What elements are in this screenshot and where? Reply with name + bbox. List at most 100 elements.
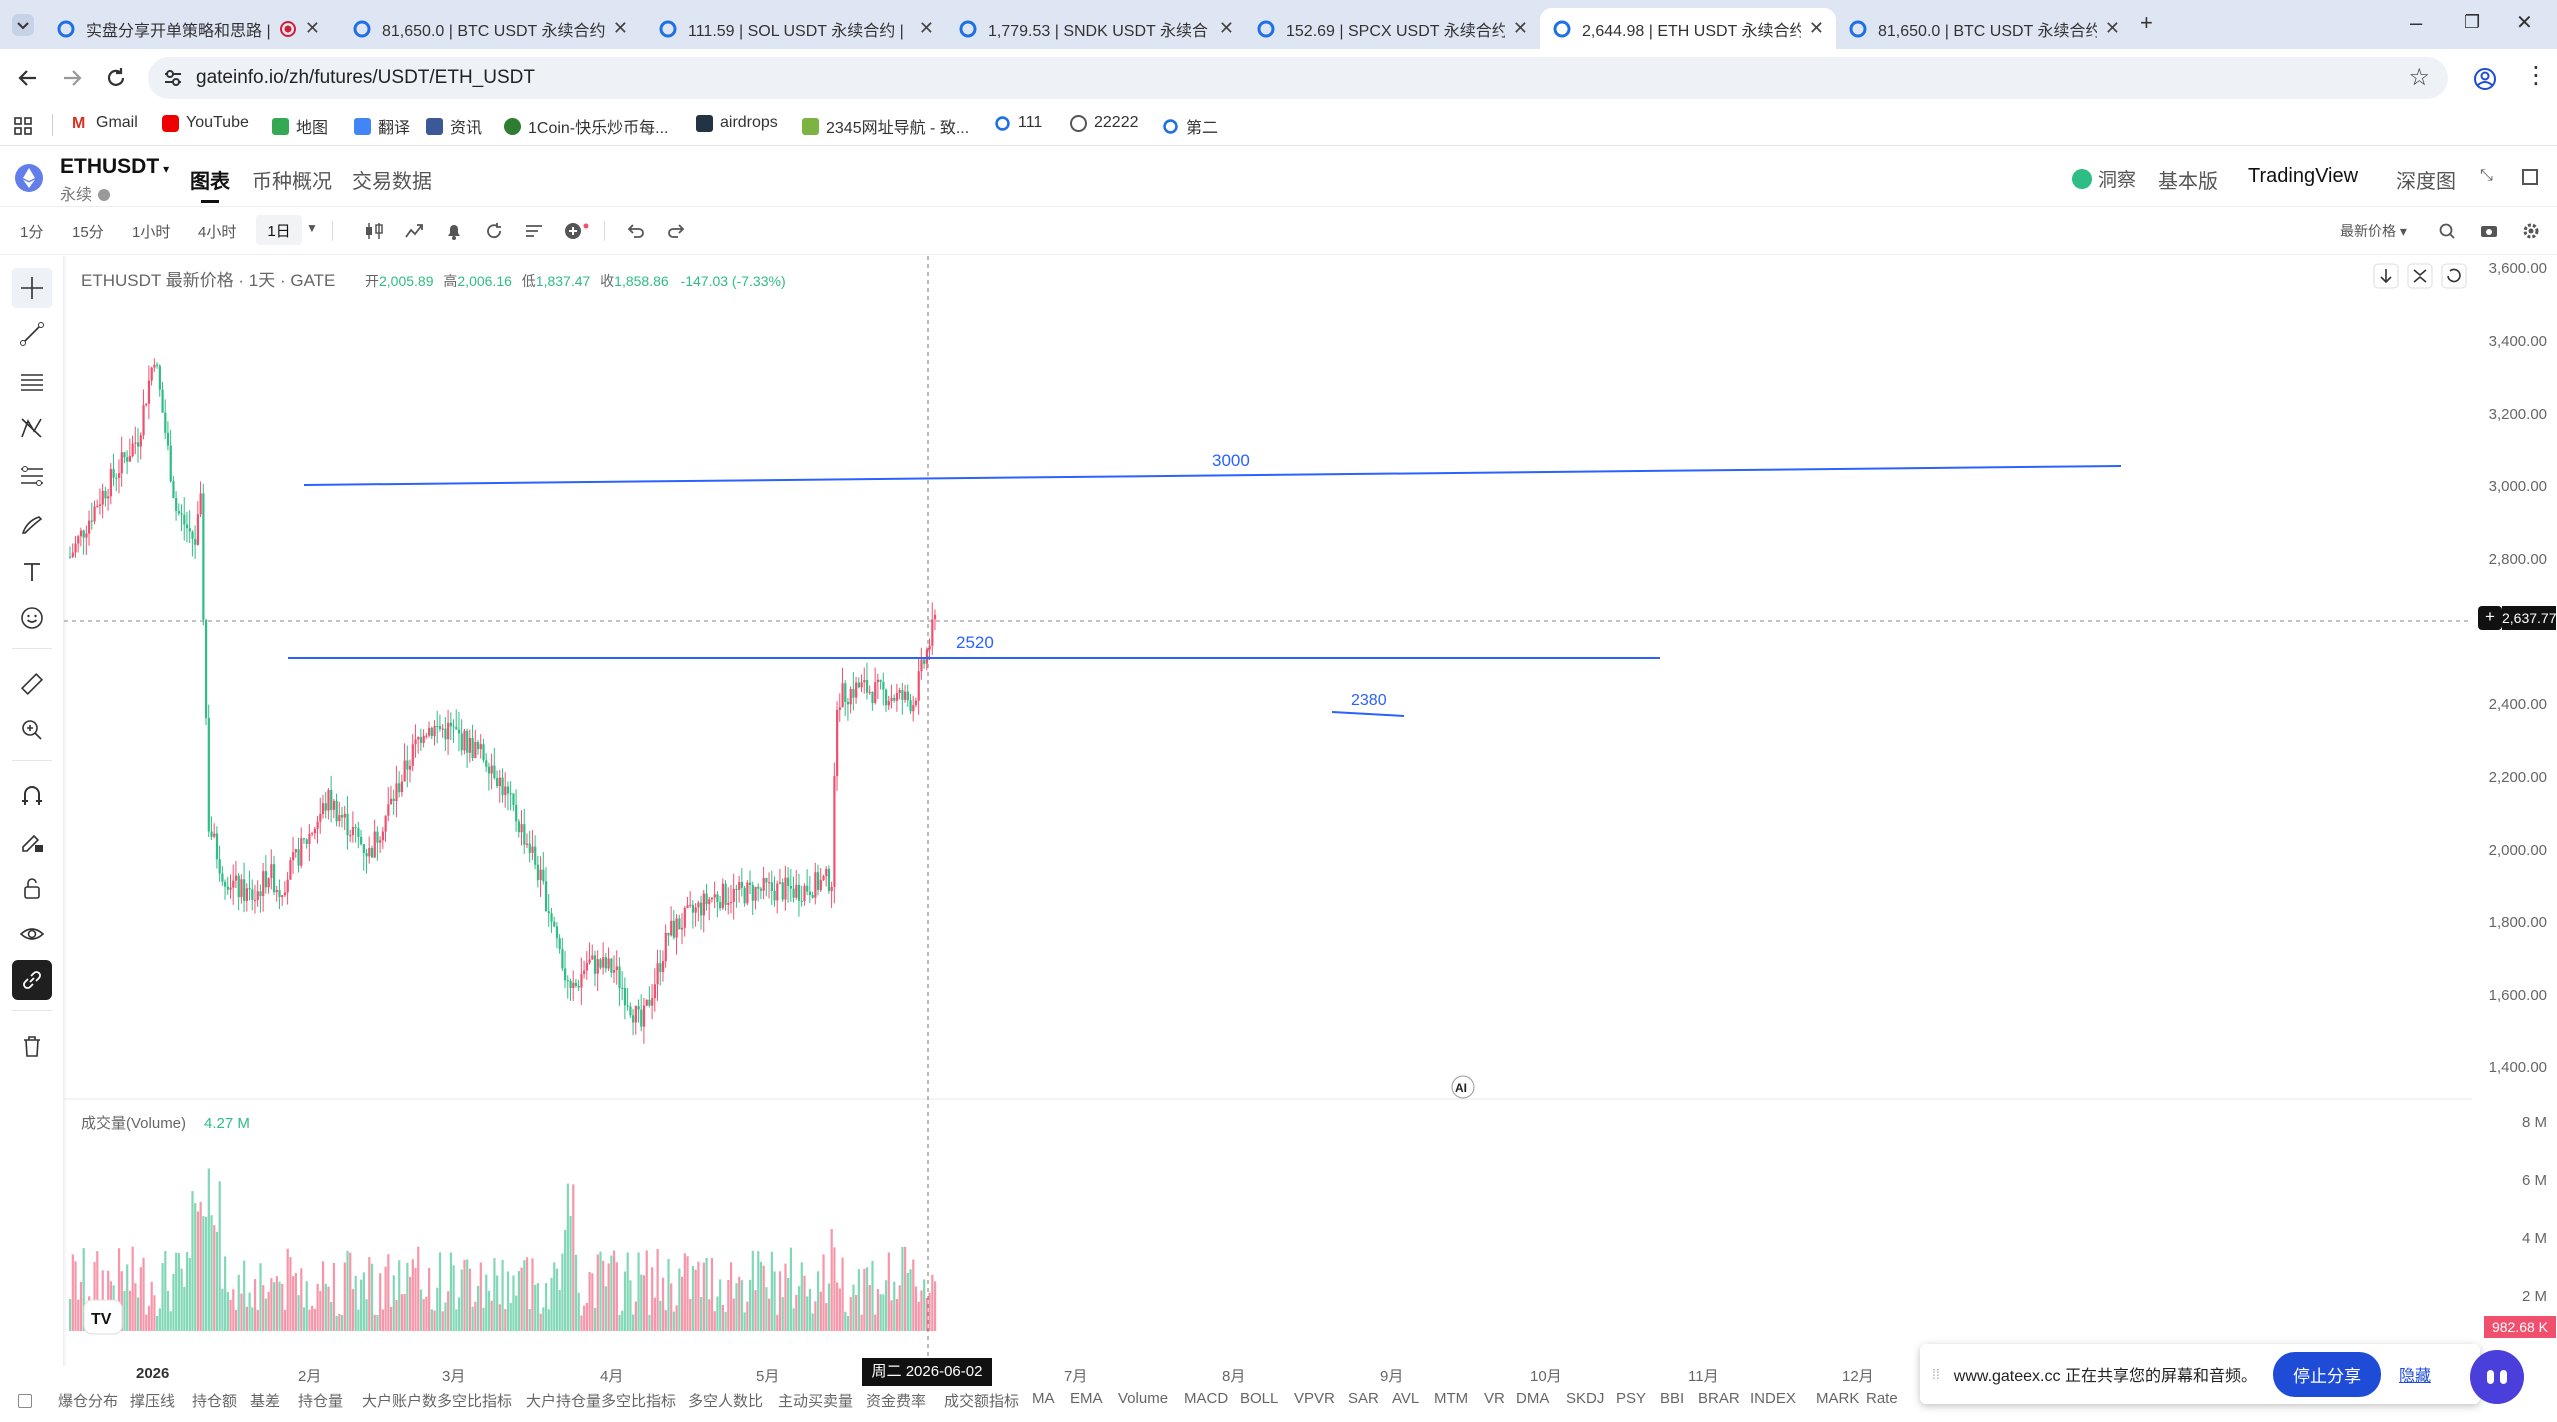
interval-1h[interactable]: 1小时 [132,221,170,242]
indicator-item[interactable]: SAR [1348,1390,1379,1407]
tab-close-icon[interactable]: ✕ [2105,18,2120,39]
indicator-item[interactable]: 多空人数比 [688,1390,763,1411]
settings-gear-icon[interactable] [2522,222,2540,240]
profile-icon[interactable] [2472,66,2498,92]
bookmark-gmail[interactable]: M Gmail [72,114,138,132]
tab-close-icon[interactable]: ✕ [919,18,934,39]
parallel-lines-tool[interactable] [12,362,52,402]
redo-icon[interactable] [666,221,686,241]
bookmark-star-icon[interactable]: ☆ [2408,63,2430,92]
pattern-tool[interactable] [12,408,52,448]
brush-tool[interactable] [12,504,52,544]
emoji-tool[interactable] [12,598,52,638]
lock-all-tool[interactable] [12,868,52,908]
tab-chart[interactable]: 图表 [190,165,230,203]
indicator-item[interactable]: Volume [1118,1390,1168,1407]
collapse-icon[interactable]: ⤡ [2480,167,2493,185]
apps-grid-icon[interactable] [14,117,32,135]
insight-link[interactable]: 洞察 [2072,165,2136,192]
alert-bell-icon[interactable] [444,221,464,241]
basic-view-link[interactable]: 基本版 [2158,165,2218,194]
indicator-item[interactable]: 主动买卖量 [778,1390,853,1411]
depth-chart-link[interactable]: 深度图 [2396,165,2456,194]
indicator-item[interactable]: 爆仓分布 [58,1390,118,1411]
fib-tool[interactable] [12,456,52,496]
indicator-item[interactable]: MA [1032,1390,1055,1407]
indicator-item[interactable]: 撑压线 [130,1390,175,1411]
indicator-item[interactable]: VPVR [1294,1390,1335,1407]
indicator-item[interactable]: 基差 [250,1390,280,1411]
add-indicator-icon[interactable] [564,221,590,241]
info-icon[interactable] [98,189,111,201]
bookmark-22222[interactable]: 22222 [1070,114,1139,132]
tab-1[interactable]: 81,650.0 | BTC USDT 永续合约 ✕ [340,8,640,49]
bookmark-airdrops[interactable]: airdrops [696,114,778,132]
lock-drawing-tool[interactable] [12,822,52,862]
minimize-icon[interactable]: – [2410,10,2422,36]
indicator-item[interactable]: BRAR [1698,1390,1740,1407]
add-alert-icon[interactable]: + [2478,606,2502,630]
tab-trading-data[interactable]: 交易数据 [352,165,432,194]
collapse-arrows-icon[interactable] [2407,263,2433,289]
url-field[interactable]: gateinfo.io/zh/futures/USDT/ETH_USDT ☆ [148,57,2448,99]
indicator-item[interactable]: BBI [1660,1390,1684,1407]
hide-drawings-tool[interactable] [12,914,52,954]
bookmark-1coin[interactable]: 1Coin-快乐炒币每... [504,114,668,138]
indicator-item[interactable]: BOLL [1240,1390,1278,1407]
delete-tool[interactable] [12,1026,52,1066]
forward-arrow-icon[interactable] [60,66,84,90]
new-tab-icon[interactable]: + [2140,10,2153,36]
menu-kebab-icon[interactable]: ⋮ [2524,61,2548,90]
interval-1d[interactable]: 1日 [256,215,302,245]
template-icon[interactable] [524,221,544,241]
tradingview-link[interactable]: TradingView [2248,165,2358,188]
indicator-chart-icon[interactable] [404,221,424,241]
indicator-item[interactable]: MARK [1816,1390,1859,1407]
interval-dropdown-icon[interactable]: ▼ [306,221,318,235]
tab-search-button[interactable] [12,14,34,36]
trendline-tool[interactable] [12,314,52,354]
restore-icon[interactable]: ❐ [2464,12,2480,33]
horizontal-line-2380[interactable] [1331,711,1405,717]
tab-6[interactable]: 81,650.0 | BTC USDT 永续合约 ✕ [1836,8,2132,49]
tab-4[interactable]: 152.69 | SPCX USDT 永续合约 ✕ [1244,8,1540,49]
scroll-down-icon[interactable] [2373,263,2399,289]
interval-4h[interactable]: 4小时 [198,221,236,242]
reload-icon[interactable] [104,66,128,90]
bookmark-translate[interactable]: 翻译 [354,114,410,138]
undo-icon[interactable] [626,221,646,241]
tab-5[interactable]: 2,644.98 | ETH USDT 永续合约 ✕ [1540,8,1836,49]
indicator-item[interactable]: DMA [1516,1390,1549,1407]
link-tool[interactable] [12,960,52,1000]
symbol-selector[interactable]: ETHUSDT ▾ [60,155,169,179]
price-type-select[interactable]: 最新价格 ▾ [2340,221,2407,241]
indicator-item[interactable]: EMA [1070,1390,1103,1407]
floating-assistant-button[interactable] [2470,1350,2524,1404]
bookmark-youtube[interactable]: YouTube [162,114,249,132]
price-axis[interactable]: 3,600.00 3,400.00 3,200.00 3,000.00 2,80… [2472,256,2557,1366]
tab-close-icon[interactable]: ✕ [1513,18,1528,39]
magnet-tool[interactable] [12,776,52,816]
ruler-tool[interactable] [12,664,52,704]
interval-1m[interactable]: 1分 [20,221,43,242]
ai-badge[interactable]: AI [1451,1075,1475,1099]
search-icon[interactable] [2438,222,2456,240]
indicator-item[interactable]: 成交额指标 [944,1390,1019,1411]
tab-close-icon[interactable]: ✕ [1219,18,1234,39]
interval-15m[interactable]: 15分 [72,221,104,242]
replay-icon[interactable] [484,221,504,241]
text-tool[interactable] [12,552,52,592]
tab-2[interactable]: 111.59 | SOL USDT 永续合约 | ✕ [646,8,946,49]
indicator-item[interactable]: 持仓量 [298,1390,343,1411]
tab-0[interactable]: 实盘分享开单策略和思路 | ✕ [44,8,332,49]
close-window-icon[interactable]: ✕ [2516,10,2533,35]
drag-handle-icon[interactable]: ⁞⁞ [1932,1366,1940,1382]
camera-icon[interactable] [2480,222,2498,240]
indicator-settings-icon[interactable] [18,1394,32,1408]
back-arrow-icon[interactable] [16,66,40,90]
indicator-item[interactable]: INDEX [1750,1390,1796,1407]
bookmark-111[interactable]: 111 [994,114,1042,132]
bookmark-second[interactable]: 第二 [1162,114,1218,138]
crosshair-tool[interactable] [12,268,52,308]
indicator-item[interactable]: MTM [1434,1390,1468,1407]
